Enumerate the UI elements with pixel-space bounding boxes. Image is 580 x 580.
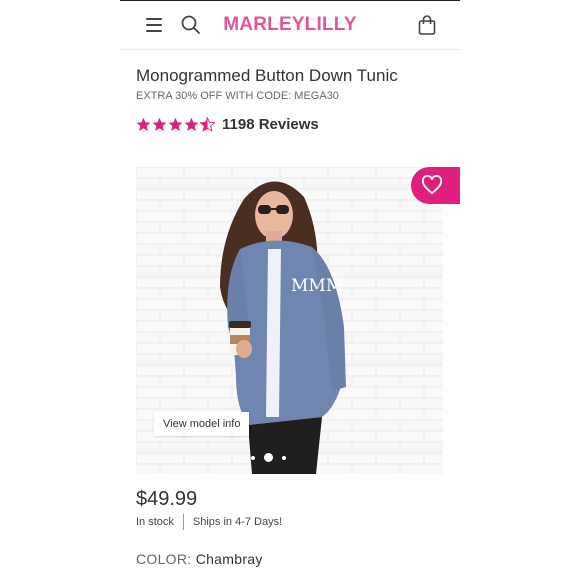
color-label: COLOR:	[136, 551, 192, 567]
star-icon	[152, 117, 167, 131]
monogram-embroidery: MMM	[291, 276, 343, 296]
bag-icon[interactable]	[416, 14, 438, 36]
star-icon	[168, 117, 183, 131]
carousel-dots[interactable]	[251, 453, 286, 462]
star-icon	[184, 117, 199, 131]
product-title: Monogrammed Button Down Tunic	[136, 66, 398, 85]
view-model-info-button[interactable]: View model info	[154, 412, 250, 436]
product-image[interactable]: MMM View model info	[136, 167, 443, 474]
carousel-dot-active[interactable]	[264, 453, 273, 462]
favorite-button[interactable]	[411, 167, 460, 204]
promo-code-text: EXTRA 30% OFF WITH CODE: MEGA30	[136, 90, 339, 102]
carousel-dot[interactable]	[282, 455, 286, 460]
product-price: $49.99	[136, 488, 198, 510]
half-star-icon	[200, 117, 215, 132]
carousel-dot[interactable]	[251, 455, 255, 460]
brand-logo[interactable]: MARLEYLILLY	[120, 14, 460, 36]
review-count-link[interactable]: 1198 Reviews	[222, 116, 319, 133]
star-icon	[136, 117, 151, 131]
shipping-estimate: Ships in 4-7 Days!	[192, 516, 283, 528]
star-rating	[136, 117, 215, 132]
product-page: MARLEYLILLY Monogrammed Button Down Tuni…	[120, 0, 460, 580]
heart-icon	[421, 175, 443, 195]
rating-summary[interactable]: 1198 Reviews	[136, 116, 319, 133]
stock-status: In stock	[136, 516, 174, 528]
availability-row: In stock Ships in 4-7 Days!	[136, 514, 282, 530]
divider	[182, 514, 184, 530]
color-value: Chambray	[195, 551, 263, 567]
color-selection: COLOR: Chambray	[136, 551, 263, 567]
top-nav-bar: MARLEYLILLY	[120, 0, 460, 50]
